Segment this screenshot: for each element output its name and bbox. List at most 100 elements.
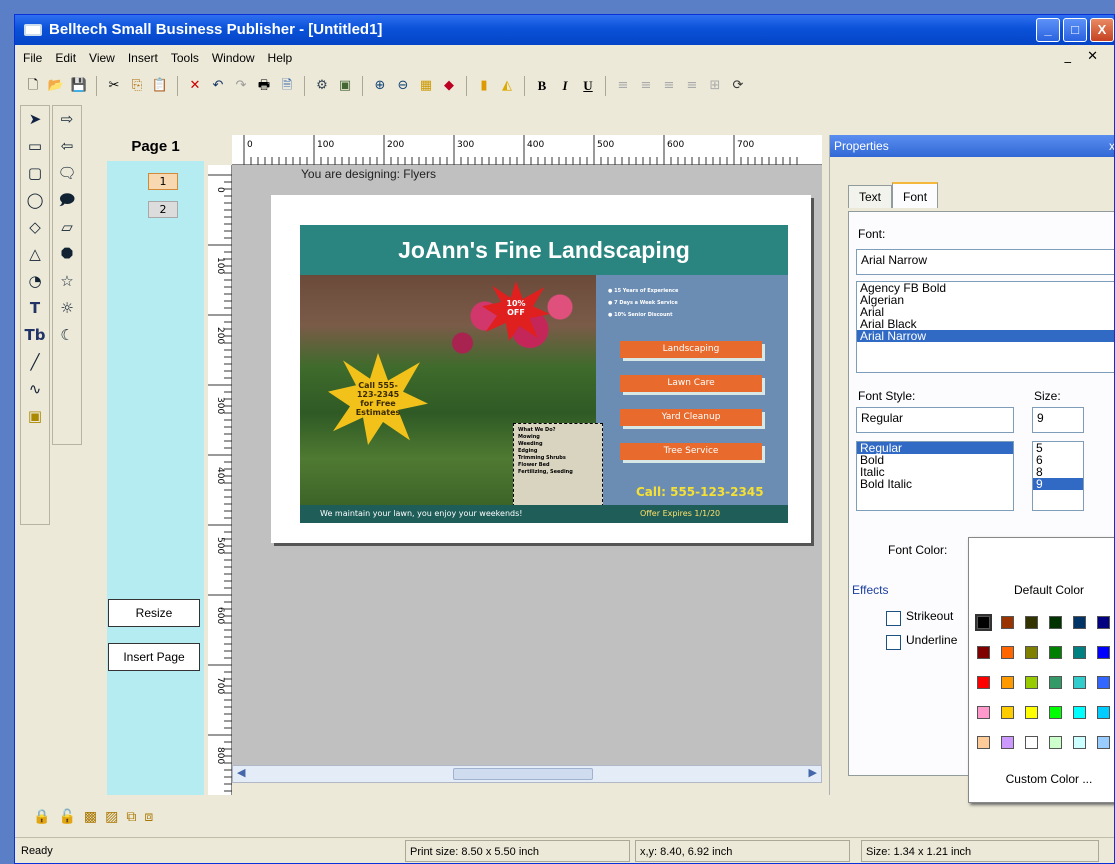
color-swatch[interactable]	[1073, 736, 1086, 749]
color-swatch[interactable]	[1049, 646, 1062, 659]
paint-bucket-icon[interactable]: ◭	[497, 76, 517, 96]
text-box-icon[interactable]: Tb	[21, 322, 49, 349]
color-swatch[interactable]	[1097, 736, 1110, 749]
color-swatch[interactable]	[1025, 706, 1038, 719]
service-lawn-care[interactable]: Lawn Care	[620, 375, 762, 392]
flyer[interactable]: JoAnn's Fine Landscaping 10% OFF Call 55…	[300, 225, 788, 523]
ellipse-icon[interactable]: ◯	[21, 187, 49, 214]
flyer-footer[interactable]: We maintain your lawn, you enjoy your we…	[300, 505, 788, 523]
size-option-selected[interactable]: 9	[1033, 478, 1083, 490]
color-swatch[interactable]	[1097, 706, 1110, 719]
moon-icon[interactable]: ☾	[53, 322, 81, 349]
align-left-icon[interactable]: ≡	[613, 76, 633, 96]
menu-file[interactable]: File	[23, 51, 42, 65]
new-icon[interactable]: 🗋	[23, 76, 43, 96]
horizontal-scrollbar[interactable]: ◀ ▶	[232, 765, 822, 783]
flyer-title[interactable]: JoAnn's Fine Landscaping	[300, 225, 788, 275]
call-number[interactable]: Call: 555-123-2345	[636, 485, 764, 499]
open-icon[interactable]: 📂	[46, 76, 66, 96]
strikeout-checkbox[interactable]	[886, 611, 901, 626]
arrow-right-icon[interactable]: ⇨	[53, 106, 81, 133]
pointer-icon[interactable]: ➤	[21, 106, 49, 133]
scroll-right-icon[interactable]: ▶	[809, 766, 817, 779]
color-swatch[interactable]	[1049, 616, 1062, 629]
unlock-icon[interactable]: 🔓	[58, 809, 75, 825]
page-thumb-2[interactable]: 2	[148, 201, 178, 218]
group-icon[interactable]: ▩	[84, 809, 97, 825]
tab-text[interactable]: Text	[848, 185, 893, 208]
menu-edit[interactable]: Edit	[55, 51, 76, 65]
bring-to-front-icon[interactable]: ⧉	[126, 809, 136, 825]
minimize-button[interactable]: _	[1036, 18, 1060, 42]
paste-icon[interactable]: 📋	[150, 76, 170, 96]
underline-button[interactable]: U	[578, 76, 598, 96]
font-style-list[interactable]: Regular Bold Italic Bold Italic	[856, 441, 1014, 511]
color-swatch[interactable]	[1025, 646, 1038, 659]
sun-icon[interactable]: ☼	[53, 295, 81, 322]
line-icon[interactable]: ╱	[21, 349, 49, 376]
align-justify-icon[interactable]: ≡	[682, 76, 702, 96]
curve-icon[interactable]: ∿	[21, 376, 49, 403]
rotate-icon[interactable]: ⟳	[728, 76, 748, 96]
color-swatch[interactable]	[1097, 616, 1110, 629]
default-color-option[interactable]: Default Color	[969, 583, 1114, 597]
bold-button[interactable]: B	[532, 76, 552, 96]
service-yard-cleanup[interactable]: Yard Cleanup	[620, 409, 762, 426]
color-swatch[interactable]	[1025, 616, 1038, 629]
color-swatch[interactable]	[1025, 736, 1038, 749]
menu-window[interactable]: Window	[212, 51, 255, 65]
color-swatch[interactable]	[977, 706, 990, 719]
copy-icon[interactable]: ⎘	[127, 76, 147, 96]
mdi-controls[interactable]: _ ✕	[1064, 49, 1104, 64]
maximize-button[interactable]: □	[1063, 18, 1087, 42]
undo-icon[interactable]: ↶	[208, 76, 228, 96]
service-landscaping[interactable]: Landscaping	[620, 341, 762, 358]
lock-icon[interactable]: 🔒	[33, 809, 50, 825]
star-icon[interactable]: ☆	[53, 268, 81, 295]
font-option-selected[interactable]: Arial Narrow	[857, 330, 1114, 342]
font-name-field[interactable]: Arial Narrow	[856, 249, 1114, 275]
ungroup-icon[interactable]: ▨	[105, 809, 118, 825]
selected-text-box[interactable]: What We Do? Mowing Weeding Edging Trimmi…	[513, 423, 603, 507]
page-setup-icon[interactable]: ⚙	[312, 76, 332, 96]
save-icon[interactable]: 💾	[69, 76, 89, 96]
color-swatch[interactable]	[1049, 706, 1062, 719]
triangle-icon[interactable]: △	[21, 241, 49, 268]
parallelogram-icon[interactable]: ▱	[53, 214, 81, 241]
color-swatch[interactable]	[1025, 676, 1038, 689]
callout-icon[interactable]: 🗨	[53, 160, 81, 187]
rectangle-icon[interactable]: ▭	[21, 133, 49, 160]
redo-icon[interactable]: ↷	[231, 76, 251, 96]
font-option[interactable]: Algerian	[857, 294, 1114, 306]
color-swatch[interactable]	[1073, 676, 1086, 689]
zoom-out-icon[interactable]: ⊖	[393, 76, 413, 96]
close-button[interactable]: X	[1090, 18, 1114, 42]
size-list[interactable]: 5 6 8 9	[1032, 441, 1084, 511]
print-preview-icon[interactable]: 🗎	[277, 76, 297, 96]
align-right-icon[interactable]: ≡	[659, 76, 679, 96]
properties-close-icon[interactable]: x	[1109, 135, 1114, 157]
color-swatch[interactable]	[977, 646, 990, 659]
eraser-icon[interactable]: ◆	[439, 76, 459, 96]
color-swatch[interactable]	[975, 614, 992, 631]
delete-icon[interactable]: ✕	[185, 76, 205, 96]
service-tree-service[interactable]: Tree Service	[620, 443, 762, 460]
color-swatch[interactable]	[1001, 736, 1014, 749]
scroll-left-icon[interactable]: ◀	[237, 766, 245, 779]
menu-view[interactable]: View	[89, 51, 115, 65]
rounded-rectangle-icon[interactable]: ▢	[21, 160, 49, 187]
image-icon[interactable]: ▣	[335, 76, 355, 96]
underline-checkbox[interactable]	[886, 635, 901, 650]
cut-icon[interactable]: ✂	[104, 76, 124, 96]
color-swatch[interactable]	[1097, 676, 1110, 689]
size-field[interactable]: 9	[1032, 407, 1084, 433]
custom-color-option[interactable]: Custom Color ...	[969, 772, 1114, 786]
diamond-icon[interactable]: ◇	[21, 214, 49, 241]
color-swatch[interactable]	[1049, 676, 1062, 689]
bullet-list[interactable]: ● 15 Years of Experience ● 7 Days a Week…	[608, 285, 678, 321]
menu-help[interactable]: Help	[268, 51, 293, 65]
color-swatch[interactable]	[1073, 646, 1086, 659]
octagon-icon[interactable]: ⯃	[53, 241, 81, 268]
scroll-thumb[interactable]	[453, 768, 593, 780]
color-swatch[interactable]	[977, 736, 990, 749]
